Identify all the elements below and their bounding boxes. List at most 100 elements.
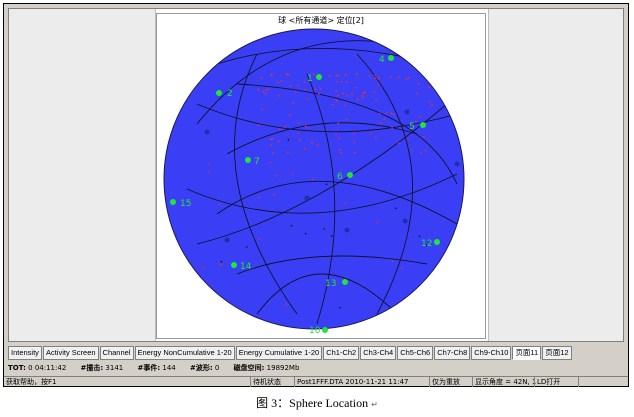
- tab-energy-cumulative[interactable]: Energy Cumulative 1-20: [235, 346, 323, 360]
- event-point: [291, 173, 294, 175]
- sensor-12-marker[interactable]: [434, 239, 440, 245]
- event-point: [370, 132, 373, 135]
- event-point: [219, 264, 221, 266]
- event-point: [272, 193, 275, 196]
- event-point: [258, 196, 260, 199]
- events-label: #事件:: [137, 364, 161, 372]
- event-point: [208, 171, 211, 173]
- event-point: [337, 94, 339, 97]
- sensor-dot: [402, 218, 408, 224]
- sensor-6-marker[interactable]: [347, 172, 353, 178]
- event-point: [418, 235, 421, 238]
- event-point: [287, 138, 290, 141]
- return-mark: ↵: [371, 400, 378, 409]
- event-point: [352, 132, 355, 135]
- event-point: [398, 76, 401, 79]
- sphere-plot[interactable]: 1245671512141310: [157, 14, 485, 338]
- event-point: [289, 114, 291, 116]
- event-point: [312, 178, 314, 180]
- event-point: [354, 86, 357, 89]
- event-point: [306, 98, 309, 101]
- event-point: [375, 99, 378, 102]
- event-point: [270, 138, 272, 141]
- event-point: [289, 85, 292, 87]
- tab-page11[interactable]: 页面11: [512, 346, 542, 360]
- event-point: [220, 260, 223, 263]
- figure-caption: 图 3：Sphere Location ↵: [0, 394, 634, 411]
- event-point: [335, 99, 337, 101]
- event-point: [278, 128, 281, 131]
- waves-value: 0: [214, 364, 220, 372]
- event-point: [304, 88, 307, 91]
- event-point: [335, 89, 337, 92]
- event-point: [290, 225, 293, 227]
- tab-ch1-ch2[interactable]: Ch1-Ch2: [323, 346, 360, 360]
- event-point: [338, 137, 340, 140]
- sensor-10-marker[interactable]: [322, 327, 328, 333]
- tab-ch5-ch6[interactable]: Ch5-Ch6: [397, 346, 434, 360]
- tab-activity-screen[interactable]: Activity Screen: [42, 346, 99, 360]
- event-point: [340, 151, 342, 154]
- sensor-1-marker[interactable]: [316, 74, 322, 80]
- event-point: [394, 207, 397, 209]
- sensor-13-marker[interactable]: [342, 279, 348, 285]
- tab-ch3-ch4[interactable]: Ch3-Ch4: [360, 346, 397, 360]
- sensor-7-marker[interactable]: [245, 157, 251, 163]
- event-point: [299, 138, 301, 141]
- event-point: [377, 83, 379, 86]
- event-point: [407, 76, 410, 79]
- event-point: [345, 118, 348, 121]
- sensor-4-label: 4: [379, 55, 385, 65]
- sensor-10-label: 10: [309, 326, 321, 336]
- sensor-dot: [304, 195, 310, 201]
- event-point: [431, 104, 433, 107]
- tab-page12[interactable]: 页面12: [542, 346, 572, 360]
- event-point: [364, 91, 366, 93]
- tab-energy-noncumulative[interactable]: Energy NonCumulative 1-20: [134, 346, 235, 360]
- event-point: [405, 78, 408, 80]
- tab-ch9-ch10[interactable]: Ch9-Ch10: [471, 346, 512, 360]
- event-point: [262, 90, 265, 93]
- event-point: [345, 73, 347, 76]
- event-point: [202, 266, 204, 269]
- sensor-4-marker[interactable]: [388, 55, 394, 61]
- event-point: [276, 81, 279, 84]
- event-point: [415, 92, 418, 95]
- sensor-14-marker[interactable]: [231, 262, 237, 268]
- event-point: [336, 80, 339, 83]
- event-point: [275, 174, 278, 177]
- event-point: [392, 113, 395, 116]
- event-point: [340, 81, 343, 83]
- event-point: [272, 151, 274, 154]
- event-point: [416, 303, 419, 306]
- tot-value: 0 04:11:42: [28, 364, 67, 372]
- sensor-dot: [404, 109, 410, 115]
- caption-text: 图 3：Sphere Location: [256, 396, 369, 410]
- sensor-5-marker[interactable]: [420, 122, 426, 128]
- sensor-15-marker[interactable]: [170, 199, 176, 205]
- right-panel: [488, 9, 623, 341]
- event-point: [373, 90, 376, 93]
- event-point: [272, 138, 274, 140]
- event-point: [337, 122, 340, 125]
- event-point: [346, 94, 349, 97]
- event-point: [325, 183, 328, 185]
- tab-channel[interactable]: Channel: [99, 346, 134, 360]
- event-point: [379, 122, 382, 124]
- event-point: [425, 149, 427, 152]
- event-point: [374, 74, 377, 77]
- status-ld: LD打开: [534, 377, 560, 387]
- sensor-2-marker[interactable]: [216, 90, 222, 96]
- event-point: [407, 138, 410, 140]
- tab-ch7-ch8[interactable]: Ch7-Ch8: [434, 346, 471, 360]
- event-point: [376, 221, 379, 224]
- tab-intensity[interactable]: Intensity: [8, 346, 42, 360]
- event-point: [414, 120, 417, 123]
- event-point: [385, 112, 387, 114]
- sensor-2-label: 2: [227, 89, 233, 99]
- event-point: [375, 137, 377, 139]
- event-point: [374, 77, 377, 79]
- sphere-plot-window[interactable]: 球 <所有通道> 定位[2] 1 2 4 5 6 7 15 12 14 13 10: [156, 13, 486, 339]
- event-point: [353, 141, 356, 144]
- status-help: 获取帮助，按F1: [6, 378, 57, 386]
